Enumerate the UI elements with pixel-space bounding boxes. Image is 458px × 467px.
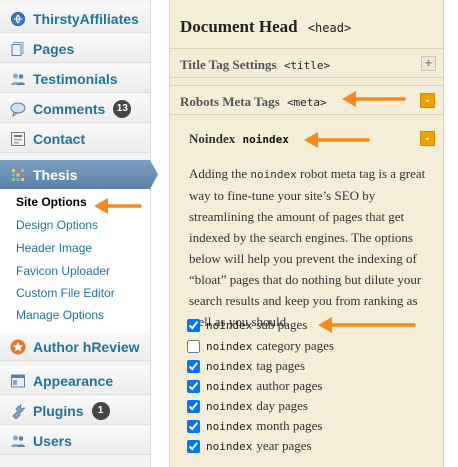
admin-sidebar: ThirstyAffiliates Pages Testimonials Com… <box>0 0 158 467</box>
option-label: month pages <box>256 418 323 433</box>
option-noindex-author-pages[interactable]: noindex author pages <box>187 376 322 396</box>
option-noindex-sub-pages[interactable]: noindex sub pages <box>187 315 307 335</box>
option-noindex-year-pages[interactable]: noindex year pages <box>187 436 312 456</box>
submenu-header-image[interactable]: Header Image <box>16 241 92 255</box>
sidebar-item-testimonials[interactable]: Testimonials <box>0 64 150 93</box>
page-title-text: Document Head <box>180 17 298 36</box>
noindex-year-pages-checkbox[interactable] <box>187 439 200 453</box>
option-noindex-day-pages[interactable]: noindex day pages <box>187 396 308 416</box>
section-title: Robots Meta Tags <meta> <box>180 94 327 110</box>
collapse-toggle-button[interactable]: - <box>420 93 435 108</box>
section-title-text: Title Tag Settings <box>180 57 277 72</box>
option-noindex-category-pages[interactable]: noindex category pages <box>187 336 334 356</box>
appearance-icon <box>11 374 25 387</box>
desc-text: robot meta tag is a great way to fine-tu… <box>189 166 426 329</box>
option-label: year pages <box>256 438 312 453</box>
noindex-heading-text: Noindex <box>189 131 236 146</box>
sidebar-item-author-hreview[interactable]: Author hReview <box>0 332 150 361</box>
option-label: sub pages <box>256 317 308 332</box>
submenu-manage-options[interactable]: Manage Options <box>16 308 104 322</box>
thesis-submenu: Site Options Design Options Header Image… <box>0 189 150 333</box>
noindex-author-pages-checkbox[interactable] <box>187 379 200 393</box>
option-label: category pages <box>256 338 334 353</box>
sidebar-item-contact[interactable]: Contact <box>0 124 150 153</box>
noindex-heading: Noindex noindex <box>189 131 289 147</box>
robots-meta-tags-section[interactable]: Robots Meta Tags <meta> - <box>170 85 443 115</box>
submenu-site-options[interactable]: Site Options <box>16 195 87 209</box>
desc-text: Adding the <box>189 166 251 181</box>
sidebar-item-label: Appearance <box>33 372 114 389</box>
option-noindex-month-pages[interactable]: noindex month pages <box>187 416 322 436</box>
page-title: Document Head <head> <box>180 17 351 37</box>
noindex-category-pages-checkbox[interactable] <box>187 339 200 353</box>
noindex-heading-code: noindex <box>242 133 289 146</box>
thesis-grid-icon <box>12 168 24 181</box>
sidebar-item-pages[interactable]: Pages <box>0 34 150 63</box>
submenu-favicon-uploader[interactable]: Favicon Uploader <box>16 264 110 278</box>
option-label: tag pages <box>256 358 306 373</box>
option-code: noindex <box>206 318 253 332</box>
sidebar-item-plugins[interactable]: Plugins 1 <box>0 396 150 425</box>
section-tag: <title> <box>283 59 331 72</box>
option-label: author pages <box>256 378 323 393</box>
noindex-day-pages-checkbox[interactable] <box>187 399 200 413</box>
noindex-collapse-toggle-button[interactable]: - <box>420 131 435 146</box>
sidebar-item-label: Thesis <box>33 166 78 183</box>
contact-icon <box>11 131 25 146</box>
option-code: noindex <box>206 379 253 393</box>
noindex-sub-pages-checkbox[interactable] <box>187 318 200 332</box>
noindex-tag-pages-checkbox[interactable] <box>187 359 200 373</box>
plugin-icon <box>12 403 26 419</box>
submenu-design-options[interactable]: Design Options <box>16 218 98 232</box>
sidebar-item-label: Testimonials <box>33 70 118 87</box>
expand-toggle-button[interactable]: + <box>421 56 436 71</box>
plugins-count-badge: 1 <box>91 401 110 420</box>
noindex-month-pages-checkbox[interactable] <box>187 419 200 433</box>
document-head-panel: Document Head <head> Title Tag Settings … <box>169 0 444 467</box>
link-icon <box>11 11 25 26</box>
sidebar-item-thirstyaffiliates[interactable]: ThirstyAffiliates <box>0 4 150 33</box>
sidebar-item-comments[interactable]: Comments 13 <box>0 94 150 123</box>
sidebar-item-label: ThirstyAffiliates <box>33 10 139 27</box>
sidebar-item-appearance[interactable]: Appearance <box>0 366 150 395</box>
pages-icon <box>11 41 24 56</box>
option-code: noindex <box>206 419 253 433</box>
option-label: day pages <box>256 398 308 413</box>
section-tag: <meta> <box>286 96 327 109</box>
noindex-description: Adding the noindex robot meta tag is a g… <box>189 163 429 332</box>
sidebar-item-label: Pages <box>33 40 75 57</box>
page-title-tag: <head> <box>307 21 352 35</box>
title-tag-settings-section[interactable]: Title Tag Settings <title> + <box>170 48 443 78</box>
users-icon <box>11 73 25 85</box>
sidebar-item-label: Contact <box>33 130 86 147</box>
desc-code: noindex <box>250 168 297 181</box>
section-title-text: Robots Meta Tags <box>180 94 280 109</box>
comment-icon <box>10 102 26 117</box>
option-code: noindex <box>206 339 253 353</box>
sidebar-item-label: Users <box>33 432 72 449</box>
option-code: noindex <box>206 399 253 413</box>
star-icon <box>10 339 26 354</box>
sidebar-item-thesis[interactable]: Thesis <box>0 160 158 189</box>
section-title: Title Tag Settings <title> <box>180 57 330 73</box>
sidebar-item-label: Plugins <box>33 402 84 419</box>
sidebar-item-users[interactable]: Users <box>0 426 150 455</box>
users-icon <box>11 435 25 447</box>
submenu-custom-file-editor[interactable]: Custom File Editor <box>16 286 115 300</box>
sidebar-item-label: Comments <box>33 100 106 117</box>
option-code: noindex <box>206 439 253 453</box>
sidebar-item-label: Author hReview <box>33 338 140 355</box>
comments-count-badge: 13 <box>113 99 132 118</box>
option-code: noindex <box>206 359 253 373</box>
option-noindex-tag-pages[interactable]: noindex tag pages <box>187 356 305 376</box>
